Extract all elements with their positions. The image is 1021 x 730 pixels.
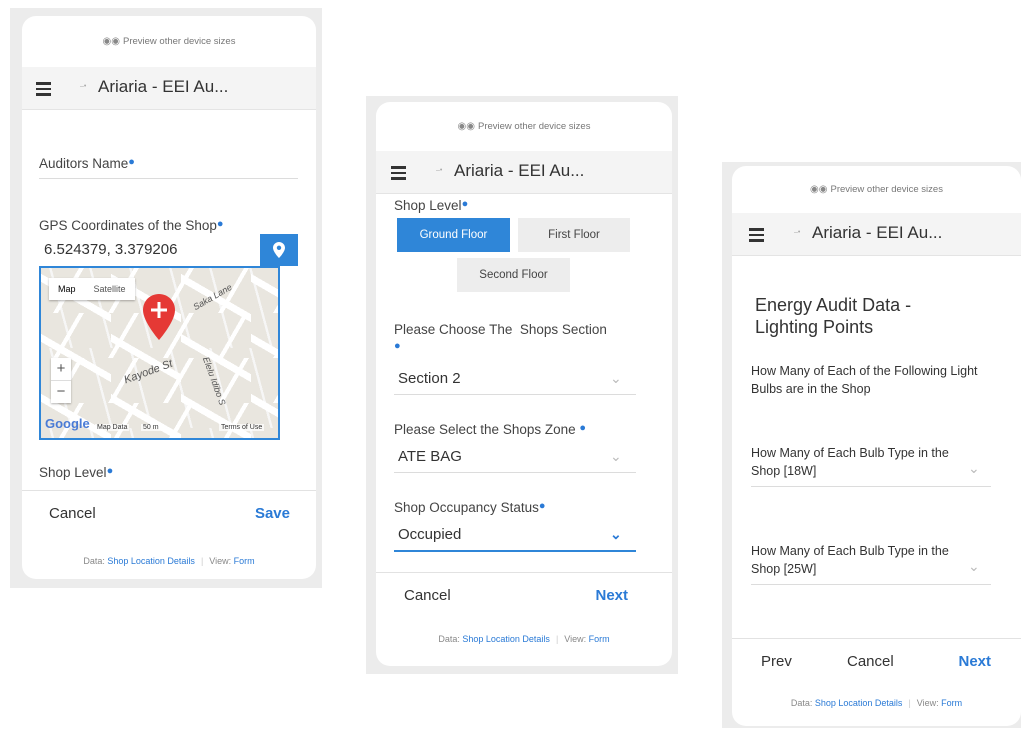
form-content: Auditors Name● GPS Coordinates of the Sh…: [22, 110, 316, 490]
cancel-button[interactable]: Cancel: [49, 505, 96, 522]
google-logo: Google: [45, 416, 90, 431]
bulb-18w-label: How Many of Each Bulb Type in the Shop […: [751, 446, 949, 478]
app-logo-icon: –•: [794, 229, 801, 236]
chevron-down-icon[interactable]: ⌄: [610, 370, 622, 387]
bulb-25w-label: How Many of Each Bulb Type in the Shop […: [751, 544, 949, 576]
ground-floor-button[interactable]: Ground Floor: [397, 218, 510, 252]
location-pin-button[interactable]: [260, 234, 298, 266]
auditors-name-input[interactable]: [39, 178, 298, 179]
section-required-dot: ●: [394, 340, 401, 352]
app-bar: –• Ariaria - EEI Au...: [22, 67, 316, 110]
occupancy-label: Shop Occupancy Status●: [394, 500, 546, 515]
app-title: Ariaria - EEI Au...: [454, 161, 585, 180]
map-tab-map[interactable]: Map: [49, 278, 85, 300]
second-floor-button[interactable]: Second Floor: [457, 258, 570, 292]
section-label: Please Choose The Shops Section: [394, 322, 607, 337]
map-terms-link[interactable]: Terms of Use: [219, 424, 265, 431]
gps-label: GPS Coordinates of the Shop●: [39, 218, 224, 233]
section-intro: How Many of Each of the Following Light …: [751, 364, 978, 396]
next-button[interactable]: Next: [958, 653, 991, 670]
app-title: Ariaria - EEI Au...: [812, 223, 943, 242]
app-logo-icon: –•: [436, 167, 443, 174]
preview-panel-2: ◉◉ Preview other device sizes –• Ariaria …: [366, 96, 678, 674]
view-type-link[interactable]: Form: [941, 698, 962, 708]
preview-panel-1: ◉◉ Preview other device sizes –• Ariaria …: [10, 8, 322, 588]
menu-icon[interactable]: [749, 228, 764, 242]
zone-select[interactable]: ATE BAG: [398, 448, 462, 465]
street-label-kayode: Kayode St: [122, 357, 175, 387]
preview-sizes-text[interactable]: Preview other device sizes: [830, 184, 942, 195]
binoculars-icon: ◉◉: [457, 121, 475, 132]
map-scale: 50 m: [141, 424, 161, 431]
app-title: Ariaria - EEI Au...: [98, 77, 229, 96]
save-button[interactable]: Save: [255, 505, 290, 522]
bulb-25w-select[interactable]: [751, 584, 991, 585]
shop-level-label: Shop Level●: [39, 465, 114, 480]
data-view-info: Data: Shop Location Details | View: Form: [438, 634, 610, 644]
form-footer: Cancel Next: [376, 572, 672, 619]
prev-button[interactable]: Prev: [761, 653, 792, 670]
cancel-button[interactable]: Cancel: [404, 587, 451, 604]
binoculars-icon: ◉◉: [102, 36, 120, 47]
zone-underline: [394, 472, 636, 473]
view-type-link[interactable]: Form: [234, 556, 255, 566]
app-bar: –• Ariaria - EEI Au...: [732, 213, 1021, 256]
chevron-down-icon[interactable]: ⌄: [968, 460, 980, 477]
occupancy-underline: [394, 550, 636, 552]
preview-sizes-link[interactable]: ◉◉ Preview other device sizes: [732, 184, 1021, 195]
preview-sizes-text[interactable]: Preview other device sizes: [478, 121, 590, 132]
device-frame-3: ◉◉ Preview other device sizes –• Ariaria …: [732, 166, 1021, 726]
form-content: Energy Audit Data - Lighting Points How …: [732, 256, 1021, 632]
menu-icon[interactable]: [36, 82, 51, 96]
section-select[interactable]: Section 2: [398, 370, 461, 387]
preview-sizes-link[interactable]: ◉◉ Preview other device sizes: [22, 36, 316, 47]
street-label-saka: Saka Lane: [191, 281, 234, 313]
data-view-info: Data: Shop Location Details | View: Form: [83, 556, 255, 566]
app-logo-icon: –•: [80, 83, 87, 90]
location-pin-icon: [273, 242, 285, 258]
device-frame-1: ◉◉ Preview other device sizes –• Ariaria …: [22, 16, 316, 579]
binoculars-icon: ◉◉: [810, 184, 828, 195]
map-tab-satellite[interactable]: Satellite: [85, 278, 135, 300]
next-button[interactable]: Next: [595, 587, 628, 604]
data-source-link[interactable]: Shop Location Details: [462, 634, 550, 644]
map-marker-icon[interactable]: [143, 294, 175, 340]
preview-sizes-text[interactable]: Preview other device sizes: [123, 36, 235, 47]
preview-sizes-link[interactable]: ◉◉ Preview other device sizes: [376, 121, 672, 132]
occupancy-select[interactable]: Occupied: [398, 526, 461, 543]
form-footer: Cancel Save: [22, 490, 316, 537]
app-bar: –• Ariaria - EEI Au...: [376, 151, 672, 194]
data-source-link[interactable]: Shop Location Details: [107, 556, 195, 566]
form-content: Shop Level● Ground Floor First Floor Sec…: [376, 194, 672, 572]
data-view-info: Data: Shop Location Details | View: Form: [790, 698, 963, 708]
chevron-down-icon[interactable]: ⌄: [610, 526, 622, 543]
shop-level-label: Shop Level●: [394, 198, 469, 213]
view-type-link[interactable]: Form: [589, 634, 610, 644]
zoom-out-button[interactable]: −: [51, 381, 71, 403]
section-heading: Energy Audit Data - Lighting Points: [755, 295, 912, 337]
preview-panel-3: ◉◉ Preview other device sizes –• Ariaria …: [722, 162, 1021, 728]
device-frame-2: ◉◉ Preview other device sizes –• Ariaria …: [376, 102, 672, 666]
section-underline: [394, 394, 636, 395]
form-footer: Prev Cancel Next: [732, 638, 1021, 683]
data-source-link[interactable]: Shop Location Details: [815, 698, 903, 708]
map-zoom-controls: + −: [51, 358, 71, 403]
street-label-elelu: Elelu Idibo S: [200, 355, 228, 407]
map-attribution-data[interactable]: Map Data: [95, 424, 130, 431]
zone-label: Please Select the Shops Zone ●: [394, 422, 587, 437]
chevron-down-icon[interactable]: ⌄: [968, 558, 980, 575]
chevron-down-icon[interactable]: ⌄: [610, 448, 622, 465]
menu-icon[interactable]: [391, 166, 406, 180]
first-floor-button[interactable]: First Floor: [518, 218, 630, 252]
map-widget[interactable]: Map Satellite Saka Lane Kayode St Elelu …: [39, 266, 280, 440]
map-type-tabs: Map Satellite: [49, 278, 135, 300]
gps-input[interactable]: 6.524379, 3.379206: [44, 241, 177, 258]
cancel-button[interactable]: Cancel: [847, 653, 894, 670]
auditors-name-label: Auditors Name●: [39, 156, 135, 171]
bulb-18w-select[interactable]: [751, 486, 991, 487]
zoom-in-button[interactable]: +: [51, 358, 71, 381]
